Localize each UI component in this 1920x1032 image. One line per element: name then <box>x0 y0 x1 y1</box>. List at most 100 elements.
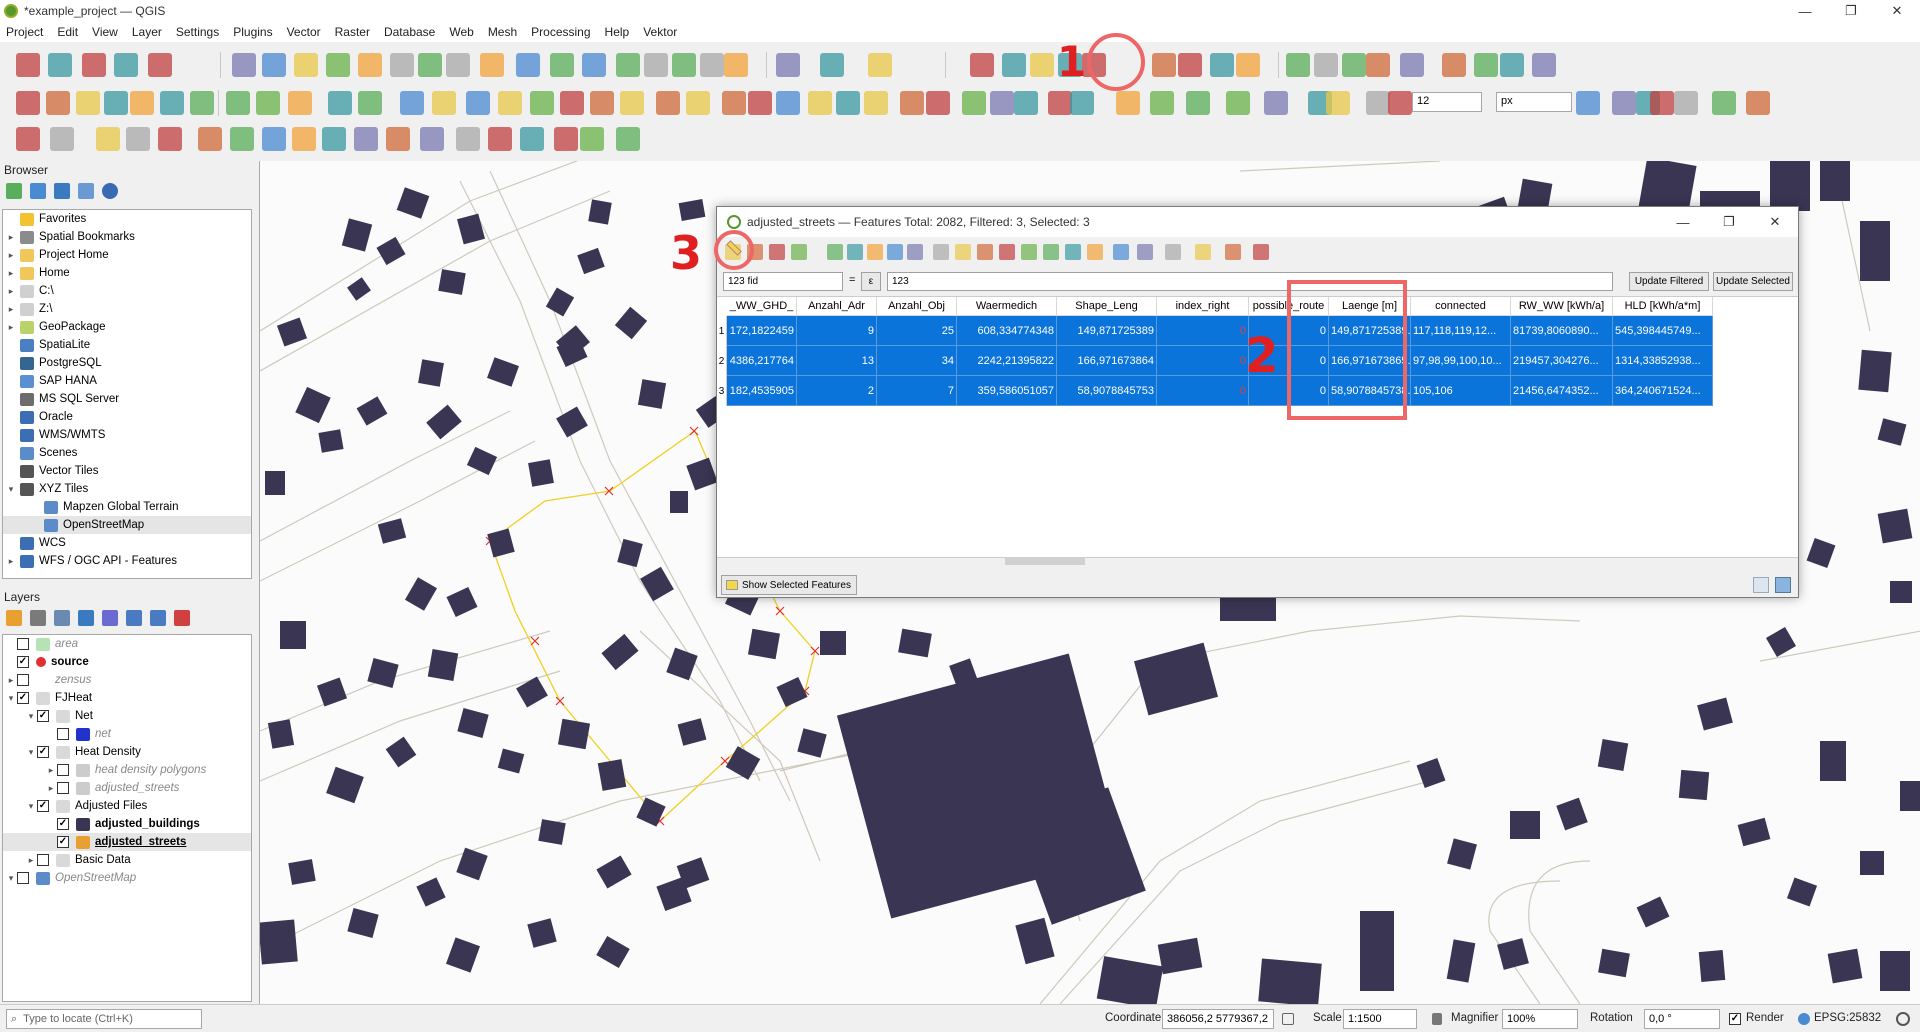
expander-icon[interactable]: ▾ <box>5 873 17 884</box>
toolbar-tool-icon[interactable] <box>480 53 504 77</box>
attribute-tool-icon[interactable] <box>1065 244 1081 260</box>
table-cell[interactable]: 1314,33852938... <box>1613 346 1713 376</box>
layer-visibility-checkbox[interactable] <box>57 782 69 794</box>
toolbar-tool-icon[interactable] <box>644 53 668 77</box>
layer-visibility-checkbox[interactable] <box>57 764 69 776</box>
toolbar-tool-icon[interactable] <box>326 53 350 77</box>
attribute-tool-icon[interactable] <box>1225 244 1241 260</box>
layer-item[interactable]: ✓ source <box>3 653 251 671</box>
toolbar-tool-icon[interactable] <box>232 53 256 77</box>
column-header[interactable]: index_right <box>1157 297 1249 316</box>
toolbar-tool-icon[interactable] <box>1048 91 1072 115</box>
browser-item[interactable]: ▾ XYZ Tiles <box>3 480 251 498</box>
toolbar-tool-icon[interactable] <box>1116 91 1140 115</box>
layer-visibility-checkbox[interactable] <box>17 872 29 884</box>
table-cell[interactable]: 2 <box>797 376 877 406</box>
browser-item[interactable]: OpenStreetMap <box>3 516 251 534</box>
layer-visibility-checkbox[interactable]: ✓ <box>17 692 29 704</box>
column-header[interactable]: Waermedich <box>957 297 1057 316</box>
toolbar-tool-icon[interactable] <box>114 53 138 77</box>
toolbar-tool-icon[interactable] <box>582 53 606 77</box>
table-view-icon[interactable] <box>1775 577 1791 593</box>
dialog-close-button[interactable]: ✕ <box>1752 207 1798 237</box>
browser-item[interactable]: Favorites <box>3 210 251 228</box>
toolbar-tool-icon[interactable] <box>1576 91 1600 115</box>
attribute-tool-icon[interactable] <box>827 244 843 260</box>
layer-visibility-checkbox[interactable]: ✓ <box>37 800 49 812</box>
toolbar-tool-icon[interactable] <box>230 127 254 151</box>
menu-raster[interactable]: Raster <box>335 25 370 39</box>
menu-processing[interactable]: Processing <box>531 25 590 39</box>
attribute-tool-icon[interactable] <box>1043 244 1059 260</box>
browser-item[interactable]: ▸ Z:\ <box>3 300 251 318</box>
toolbar-tool-icon[interactable] <box>962 91 986 115</box>
coordinate-value[interactable]: 386056,2 5779367,2 <box>1162 1009 1274 1029</box>
column-header[interactable]: Anzahl_Adr <box>797 297 877 316</box>
minimize-button[interactable]: — <box>1782 0 1828 22</box>
layer-visibility-checkbox[interactable]: ✓ <box>57 818 69 830</box>
toolbar-tool-icon[interactable] <box>198 127 222 151</box>
column-header[interactable]: HLD [kWh/a*m] <box>1613 297 1713 316</box>
toolbar-tool-icon[interactable] <box>1674 91 1698 115</box>
toolbar-tool-icon[interactable] <box>262 127 286 151</box>
attribute-tool-icon[interactable] <box>1165 244 1181 260</box>
row-number[interactable]: 1 <box>717 316 727 346</box>
toolbar-tool-icon[interactable] <box>970 53 994 77</box>
toolbar-tool-icon[interactable] <box>1500 53 1524 77</box>
expander-icon[interactable]: ▾ <box>5 693 17 704</box>
toolbar-tool-icon[interactable] <box>226 91 250 115</box>
toolbar-tool-icon[interactable] <box>1314 53 1338 77</box>
toolbar-tool-icon[interactable] <box>148 53 172 77</box>
toolbar-tool-icon[interactable] <box>292 127 316 151</box>
toolbar-tool-icon[interactable] <box>748 91 772 115</box>
layer-visibility-checkbox[interactable] <box>57 728 69 740</box>
filter-icon[interactable] <box>54 183 70 199</box>
filter-legend-icon[interactable] <box>78 610 94 626</box>
layer-item[interactable]: ▸ heat density polygons <box>3 761 251 779</box>
layer-item[interactable]: ▸ adjusted_streets <box>3 779 251 797</box>
toolbar-tool-icon[interactable] <box>1400 53 1424 77</box>
column-header[interactable]: _WW_GHD_ <box>727 297 797 316</box>
refresh-icon[interactable] <box>30 183 46 199</box>
toolbar-tool-icon[interactable] <box>358 91 382 115</box>
toolbar-tool-icon[interactable] <box>776 91 800 115</box>
toolbar-tool-icon[interactable] <box>466 91 490 115</box>
menu-settings[interactable]: Settings <box>176 25 219 39</box>
expander-icon[interactable]: ▸ <box>5 322 17 333</box>
table-cell[interactable]: 4386,217764 <box>727 346 797 376</box>
toolbar-tool-icon[interactable] <box>104 91 128 115</box>
expander-icon[interactable]: ▸ <box>45 783 57 794</box>
attribute-tool-icon[interactable] <box>1253 244 1269 260</box>
toolbar-tool-icon[interactable] <box>864 91 888 115</box>
table-cell[interactable]: 364,240671524... <box>1613 376 1713 406</box>
attribute-tool-icon[interactable] <box>1021 244 1037 260</box>
render-checkbox[interactable]: ✓ <box>1729 1013 1741 1025</box>
toolbar-tool-icon[interactable] <box>328 91 352 115</box>
messages-icon[interactable] <box>1896 1012 1910 1026</box>
toolbar-tool-icon[interactable] <box>1002 53 1026 77</box>
toolbar-tool-icon[interactable] <box>160 91 184 115</box>
browser-item[interactable]: Vector Tiles <box>3 462 251 480</box>
toolbar-tool-icon[interactable] <box>76 91 100 115</box>
toolbar-tool-icon[interactable] <box>656 91 680 115</box>
row-number[interactable]: 3 <box>717 376 727 406</box>
toolbar-tool-icon[interactable] <box>550 53 574 77</box>
toolbar-tool-icon[interactable] <box>1612 91 1636 115</box>
toolbar-tool-icon[interactable] <box>560 91 584 115</box>
expander-icon[interactable]: ▸ <box>25 855 37 866</box>
browser-item[interactable]: ▸ C:\ <box>3 282 251 300</box>
layer-item[interactable]: net <box>3 725 251 743</box>
layer-item[interactable]: ▸ zensus <box>3 671 251 689</box>
toolbar-tool-icon[interactable] <box>1342 53 1366 77</box>
toolbar-tool-icon[interactable] <box>390 53 414 77</box>
toolbar-tool-icon[interactable] <box>724 53 748 77</box>
toolbar-tool-icon[interactable] <box>498 91 522 115</box>
table-cell[interactable]: 182,4535905 <box>727 376 797 406</box>
expander-icon[interactable]: ▾ <box>5 484 17 495</box>
collapse-all-icon[interactable] <box>78 183 94 199</box>
layer-item[interactable]: ▸ Basic Data <box>3 851 251 869</box>
style-panel-icon[interactable] <box>6 610 22 626</box>
toolbar-tool-icon[interactable] <box>16 127 40 151</box>
update-filtered-button[interactable]: Update Filtered <box>1629 272 1709 291</box>
table-cell[interactable]: 0 <box>1157 346 1249 376</box>
